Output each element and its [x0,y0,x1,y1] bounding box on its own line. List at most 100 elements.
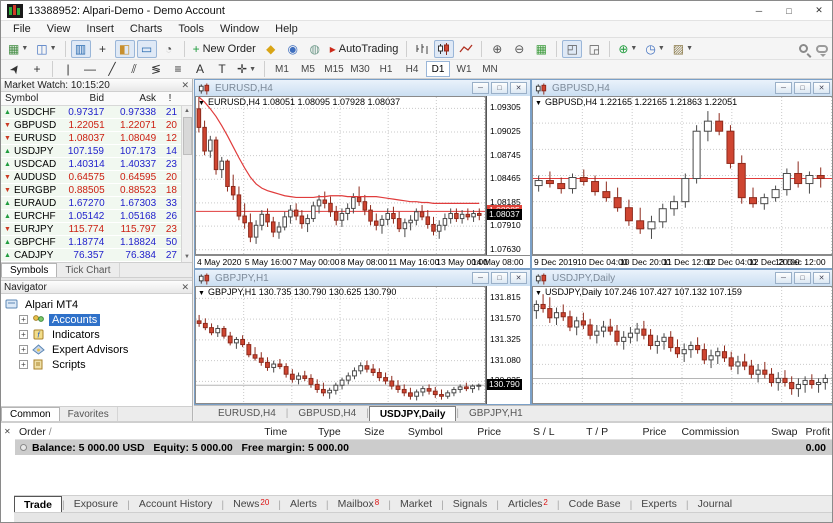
market-watch-button[interactable]: ▥ [70,39,91,58]
terminal-column-symbol[interactable]: Symbol [389,426,447,438]
tile-windows-button[interactable]: ▦ [531,40,551,58]
cycle-lines-button[interactable]: ≡ [168,60,188,78]
chart-close-button[interactable]: ✕ [813,82,830,94]
text-button[interactable]: A [190,60,210,78]
tree-item-accounts[interactable]: + Accounts [5,312,192,327]
periods-button[interactable]: ◷ ▼ [642,40,667,58]
channel-button[interactable]: ⫽ [124,60,144,78]
cascade-charts-button[interactable]: ◲ [584,40,604,58]
tab-symbols[interactable]: Symbols [1,263,58,277]
terminal-column-price[interactable]: Price [612,426,670,438]
menu-item-tools[interactable]: Tools [170,21,212,38]
expand-icon[interactable]: + [19,360,28,369]
menu-item-charts[interactable]: Charts [122,21,170,38]
vertical-line-button[interactable]: | [58,60,78,78]
maximize-button[interactable]: □ [774,1,804,20]
indicators-button[interactable]: ⊕ ▼ [615,40,640,58]
chart-minimize-button[interactable]: ─ [775,272,792,284]
chart-tab-usdjpy-daily[interactable]: USDJPY,Daily [368,406,457,421]
chart-restore-button[interactable]: □ [794,82,811,94]
menu-item-insert[interactable]: Insert [78,21,122,38]
new-chart-button[interactable]: ▦ ▼ [5,40,31,58]
strategy-tester-button[interactable]: ◔ [159,40,179,58]
chart-price-axis[interactable]: 1.09305 1.09025 1.08745 1.08465 1.08185 1.079… [486,96,530,255]
market-watch-row[interactable]: ▼ EURGBP 0.88505 0.88523 18 [1,184,192,197]
autotrading-button[interactable]: ▸ AutoTrading [327,40,402,58]
close-button[interactable]: ✕ [804,1,832,20]
indicators-button-dropdown-icon[interactable]: ▼ [630,45,637,52]
chart-restore-button[interactable]: □ [491,272,508,284]
arrows-button[interactable]: ✛ ▼ [234,60,259,78]
market-watch-row[interactable]: ▲ USDCAD 1.40314 1.40337 23 [1,158,192,171]
expand-icon[interactable]: + [19,345,28,354]
timeframe-mn[interactable]: MN [478,61,502,77]
zoom-out-button[interactable]: ⊖ [509,40,529,58]
chart-tab-gbpusd-h4[interactable]: GBPUSD,H4 [288,406,366,421]
chart-minimize-button[interactable]: ─ [472,82,489,94]
timeframe-m15[interactable]: M15 [322,61,346,77]
new-chart-button-dropdown-icon[interactable]: ▼ [21,45,28,52]
templates-button-dropdown-icon[interactable]: ▼ [686,45,693,52]
titlebar[interactable]: 13388952: Alpari-Demo - Demo Account ─ □… [1,1,832,21]
periods-button-dropdown-icon[interactable]: ▼ [658,45,665,52]
terminal-column-profit[interactable]: Profit [802,426,832,438]
chart-restore-button[interactable]: □ [491,82,508,94]
chart-titlebar[interactable]: USDJPY,Daily ─ □ ✕ [532,270,832,286]
timeframe-h1[interactable]: H1 [374,61,398,77]
market-watch-row[interactable]: ▲ CADJPY 76.357 76.384 27 [1,249,192,262]
chart-minimize-button[interactable]: ─ [472,272,489,284]
market-watch-row[interactable]: ▼ EURJPY 115.774 115.797 23 [1,223,192,236]
chart-close-button[interactable]: ✕ [813,272,830,284]
expand-icon[interactable]: + [19,330,28,339]
market-watch-row[interactable]: ▼ GBPUSD 1.22051 1.22071 20 [1,119,192,132]
market-watch-row[interactable]: ▲ USDCHF 0.97317 0.97338 21 [1,106,192,119]
chart-tab-gbpjpy-h1[interactable]: GBPJPY,H1 [459,406,533,421]
chart-plot-area[interactable] [195,286,486,404]
profiles-button-dropdown-icon[interactable]: ▼ [50,45,57,52]
zoom-in-button[interactable]: ⊕ [487,40,507,58]
terminal-column-time[interactable]: Time [199,426,291,438]
chart-time-axis[interactable]: 9 Dec 2019 10 Dec 04:00 10 Dec 20:00 11 Dec… [532,255,832,268]
fibonacci-button[interactable]: ≶ [146,60,166,78]
market-watch-row[interactable]: ▲ EURCHF 1.05142 1.05168 26 [1,210,192,223]
tree-root[interactable]: Alpari MT4 [5,297,192,312]
tab-common[interactable]: Common [1,407,60,421]
scroll-up-icon[interactable]: ▲ [184,106,190,116]
new-order-button[interactable]: + New Order [190,40,259,58]
navigator-button[interactable]: ◧ [114,39,135,58]
chat-user-button[interactable]: ◉ [283,40,303,58]
market-watch-titlebar[interactable]: Market Watch: 10:15:20 ✕ [1,79,192,92]
data-window-button[interactable]: + [93,40,113,58]
balance-row[interactable]: Balance: 5 000.00 USD Equity: 5 000.00 F… [15,440,832,455]
chart-dropdown-icon[interactable]: ▼ [198,290,205,297]
terminal-column-size[interactable]: Size [345,426,389,438]
menu-item-file[interactable]: File [5,21,39,38]
terminal-button[interactable]: ▭ [136,39,157,58]
chart-tab-eurusd-h4[interactable]: EURUSD,H4 [208,406,286,421]
market-watch-close-icon[interactable]: ✕ [181,80,189,91]
terminal-column-swap[interactable]: Swap [743,426,801,438]
timeframe-w1[interactable]: W1 [452,61,476,77]
arrange-charts-button[interactable]: ◰ [562,39,583,58]
timeframe-m5[interactable]: M5 [296,61,320,77]
terminal-column-type[interactable]: Type [291,426,344,438]
timeframe-h4[interactable]: H4 [400,61,424,77]
column-spread[interactable]: ! [159,93,181,104]
bar-chart-button[interactable] [412,40,432,58]
menu-item-help[interactable]: Help [267,21,306,38]
minimize-button[interactable]: ─ [744,1,774,20]
market-watch-row[interactable]: ▲ USDJPY 107.159 107.173 14 [1,145,192,158]
line-chart-button[interactable] [456,40,476,58]
metaeditor-button[interactable]: ◆ [261,40,281,58]
menu-item-view[interactable]: View [39,21,79,38]
search-icon[interactable] [799,44,808,53]
column-symbol[interactable]: Symbol [1,93,55,104]
terminal-column-order[interactable]: Order / [15,426,199,438]
terminal-column-t-p[interactable]: T / P [559,426,612,438]
market-watch-row[interactable]: ▲ EURAUD 1.67270 1.67303 33 [1,197,192,210]
horizontal-line-button[interactable]: — [80,60,100,78]
navigator-titlebar[interactable]: Navigator ✕ [1,281,192,294]
market-watch-row[interactable]: ▼ AUDUSD 0.64575 0.64595 20 [1,171,192,184]
navigator-close-icon[interactable]: ✕ [181,282,189,293]
terminal-column-commission[interactable]: Commission [670,426,743,438]
